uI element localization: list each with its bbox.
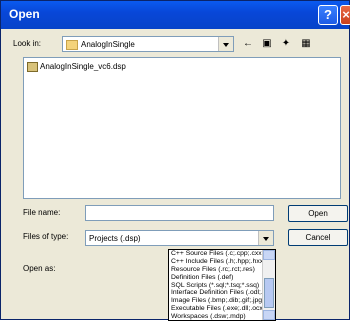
file-name-label: File name: [23,208,61,217]
help-button[interactable]: ? [318,5,338,25]
option-list: C++ Source Files (.c;.cpp;.cxx;.tli) C++ … [169,250,275,320]
view-menu-icon[interactable]: ▦ [299,38,313,50]
look-in-combobox[interactable]: AnalogInSingle [62,36,234,52]
scroll-up-icon[interactable] [263,250,275,260]
back-icon[interactable]: ← [241,38,255,50]
scroll-down-icon[interactable] [263,310,275,320]
file-type-label: Files of type: [23,232,69,241]
open-button[interactable]: Open [288,205,348,222]
folder-icon [66,40,78,50]
cancel-button[interactable]: Cancel [288,229,348,246]
file-type-option[interactable]: Definition Files (.def) [169,274,275,282]
file-name-input[interactable] [85,205,274,221]
file-item[interactable]: AnalogInSingle_vc6.dsp [40,62,126,71]
file-type-option[interactable]: Resource Files (.rc;.rct;.res) [169,266,275,274]
window-title: Open [9,7,40,21]
file-type-option[interactable]: C++ Source Files (.c;.cpp;.cxx;.tli) [169,250,275,258]
title-bar: Open ? × [1,1,350,29]
file-type-dropdown[interactable]: C++ Source Files (.c;.cpp;.cxx;.tli) C++ … [168,249,276,321]
look-in-value: AnalogInSingle [81,40,135,49]
scroll-thumb[interactable] [264,278,274,308]
up-folder-icon[interactable]: ▣ [260,38,274,50]
file-type-option[interactable]: C++ Include Files (.h;.hpp;.hxx;.inl;.tl… [169,258,275,266]
file-type-option[interactable]: Image Files (.bmp;.dib;.gif;.jpg;.jpe*;.… [169,297,275,305]
open-dialog: Open ? × Look in: AnalogInSingle ← ▣ ✦ ▦… [0,0,350,321]
file-type-option[interactable]: SQL Scripts (*.sql;*.tsq;*.ssq) [169,282,275,290]
project-file-icon [27,62,38,72]
chevron-down-icon[interactable] [218,37,233,51]
close-button[interactable]: × [340,5,350,25]
file-type-value: Projects (.dsp) [89,234,141,243]
look-in-label: Look in: [13,39,42,48]
file-type-option[interactable]: Executable Files (.exe;.dll;.ocx) [169,305,275,313]
dropdown-scrollbar[interactable] [262,250,275,320]
open-as-label: Open as: [23,264,56,273]
chevron-down-icon[interactable] [258,231,273,245]
file-list[interactable]: AnalogInSingle_vc6.dsp [23,57,341,199]
new-folder-icon[interactable]: ✦ [279,38,293,50]
file-type-option[interactable]: Interface Definition Files (.odl;.idl) [169,289,275,297]
file-type-combobox[interactable]: Projects (.dsp) [85,230,274,246]
